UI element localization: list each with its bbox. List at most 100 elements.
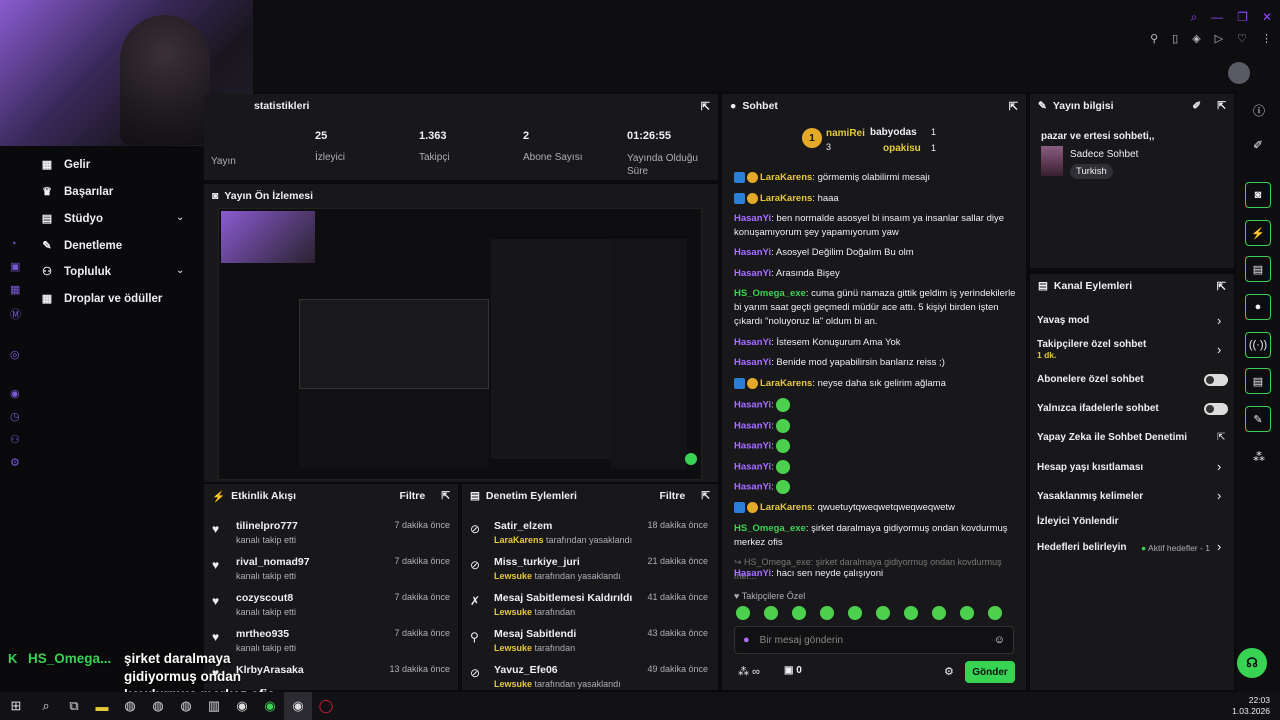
chevron-right-icon[interactable]: › (1217, 459, 1221, 474)
menu-icon[interactable]: ⋮ (1261, 32, 1272, 45)
extensions-icon[interactable]: ⁂ (1253, 450, 1265, 464)
nav-item-revenue[interactable]: ▦ Gelir (40, 158, 90, 172)
emote-icon[interactable] (876, 606, 890, 620)
chat-username[interactable]: HasanYi (734, 421, 771, 432)
followers-only-item[interactable]: Takipçilere özel sohbet (1037, 339, 1146, 350)
popout-icon[interactable]: ⇱ (1009, 100, 1018, 113)
app-icon[interactable]: ◍ (116, 692, 144, 720)
points-display[interactable]: ▣ 0 (784, 665, 802, 676)
search-icon[interactable]: ⌕ (32, 692, 60, 720)
emote-icon[interactable] (736, 606, 750, 620)
moderator-name[interactable]: Lewsuke (494, 643, 532, 653)
filter-button[interactable]: Filtre (660, 490, 686, 502)
close-icon[interactable]: ✕ (1262, 10, 1272, 25)
slow-mode-item[interactable]: Yavaş mod (1037, 315, 1089, 326)
mic-icon[interactable]: ● (743, 634, 750, 646)
shield-icon[interactable]: ◈ (1192, 32, 1200, 45)
chat-username[interactable]: LaraKarens (760, 378, 812, 389)
emote-icon[interactable] (988, 606, 1002, 620)
follower-name[interactable]: tilinelpro777 (236, 520, 298, 532)
nav-item-community[interactable]: ⚇ Topluluk (40, 265, 111, 279)
app-icon[interactable]: ◍ (144, 692, 172, 720)
restore-icon[interactable]: ❐ (1237, 10, 1248, 25)
emote-icon[interactable] (792, 606, 806, 620)
chat-username[interactable]: HasanYi (734, 247, 771, 258)
emote-icon[interactable] (932, 606, 946, 620)
chat-username[interactable]: LaraKarens (760, 172, 812, 183)
infinity-icon[interactable]: ⁂ ∞ (738, 665, 760, 678)
emote-icon[interactable] (848, 606, 862, 620)
bookmark-icon[interactable]: ▯ (1172, 32, 1178, 45)
emote-only-toggle[interactable] (1204, 403, 1228, 415)
chat-username[interactable]: HasanYi (734, 462, 771, 473)
stream-tag[interactable]: Turkish (1070, 164, 1113, 179)
mod-target[interactable]: Yavuz_Efe06 (494, 664, 621, 676)
moderator-name[interactable]: Lewsuke (494, 571, 532, 581)
chat-username[interactable]: HasanYi (734, 213, 771, 224)
store-icon[interactable]: ▣ (10, 260, 21, 273)
account-age-item[interactable]: Hesap yaşı kısıtlaması (1037, 462, 1143, 473)
settings-icon[interactable]: ⚙ (944, 665, 954, 678)
edit-icon[interactable]: ✐ (1192, 100, 1201, 112)
popout-icon[interactable]: ⇱ (1217, 280, 1226, 293)
subs-only-toggle[interactable] (1204, 374, 1228, 386)
popout-icon[interactable]: ⇱ (701, 490, 710, 502)
play-icon[interactable]: ▷ (1215, 32, 1223, 45)
chevron-right-icon[interactable]: › (1217, 488, 1221, 503)
chat-bubble-icon[interactable]: ● (1245, 294, 1271, 320)
leader-third[interactable]: opakisu (883, 143, 921, 154)
epic-games-icon[interactable]: ▥ (200, 692, 228, 720)
file-explorer-icon[interactable]: ▬ (88, 692, 116, 720)
chat-username[interactable]: HasanYi (734, 482, 771, 493)
windows-start-icon[interactable]: ⊞ (0, 692, 32, 720)
clock-icon[interactable]: ◷ (10, 410, 21, 423)
target-icon[interactable]: ◎ (10, 348, 21, 361)
chat-username[interactable]: LaraKarens (760, 193, 812, 204)
chat-input[interactable]: ● Bir mesaj gönderin ☺ (734, 626, 1014, 654)
minimize-icon[interactable]: — (1211, 10, 1223, 25)
filter-button[interactable]: Filtre (400, 490, 426, 502)
chat-username[interactable]: HasanYi (734, 357, 771, 368)
search-icon[interactable]: ⌕ (1190, 10, 1197, 25)
wrench-icon[interactable]: ✎ (1245, 406, 1271, 432)
emote-icon[interactable] (904, 606, 918, 620)
chat-username[interactable]: HS_Omega_exe (734, 288, 806, 299)
pin-icon[interactable]: ⚲ (1150, 32, 1158, 45)
chat-username[interactable]: HS_Omega_exe (734, 523, 806, 534)
chat-username[interactable]: HasanYi (734, 568, 771, 579)
moderator-name[interactable]: LaraKarens (494, 535, 544, 545)
chevron-right-icon[interactable]: › (1217, 313, 1221, 328)
follower-name[interactable]: rival_nomad97 (236, 556, 310, 568)
moderator-name[interactable]: Lewsuke (494, 679, 532, 689)
task-view-icon[interactable]: ⧉ (60, 692, 88, 720)
mod-target[interactable]: Satir_elzem (494, 520, 632, 532)
spotify-icon[interactable]: ◉ (256, 692, 284, 720)
nav-item-moderation[interactable]: ✎ Denetleme (40, 239, 122, 253)
opera-icon[interactable]: ◯ (312, 692, 340, 720)
settings-icon[interactable]: ⚙ (10, 456, 21, 469)
goals-item[interactable]: Hedefleri belirleyin (1037, 542, 1126, 553)
nav-item-drops[interactable]: ▦ Droplar ve ödüller (40, 292, 163, 306)
bolt-icon[interactable]: ⚡ (1245, 220, 1271, 246)
emoji-icon[interactable]: ☺ (994, 634, 1005, 646)
leader-first[interactable]: namiRei (826, 128, 865, 139)
popout-icon[interactable]: ⇱ (1217, 100, 1226, 112)
m-icon[interactable]: Ⓜ (10, 306, 21, 322)
category-thumbnail[interactable] (1041, 146, 1063, 176)
emote-icon[interactable] (764, 606, 778, 620)
chevron-down-icon[interactable]: ⌄ (176, 212, 184, 223)
stream-preview[interactable] (218, 208, 702, 480)
chevron-down-icon[interactable]: ⌄ (176, 265, 184, 276)
user-avatar[interactable] (1228, 62, 1250, 84)
chat-username[interactable]: HasanYi (734, 441, 771, 452)
nav-item-achievements[interactable]: ♛ Başarılar (40, 185, 113, 199)
mod-target[interactable]: Miss_turkiye_juri (494, 556, 621, 568)
steam-icon[interactable]: ◉ (228, 692, 256, 720)
info-icon[interactable]: ⓘ (1253, 102, 1265, 119)
external-link-icon[interactable]: ⇱ (1217, 432, 1225, 443)
clock[interactable]: 22:03 1.03.2026 (1232, 695, 1280, 717)
chat-username[interactable]: HasanYi (734, 337, 771, 348)
notes-icon[interactable]: ▤ (1245, 256, 1271, 282)
emote-icon[interactable] (960, 606, 974, 620)
people-icon[interactable]: ⚇ (10, 433, 21, 446)
